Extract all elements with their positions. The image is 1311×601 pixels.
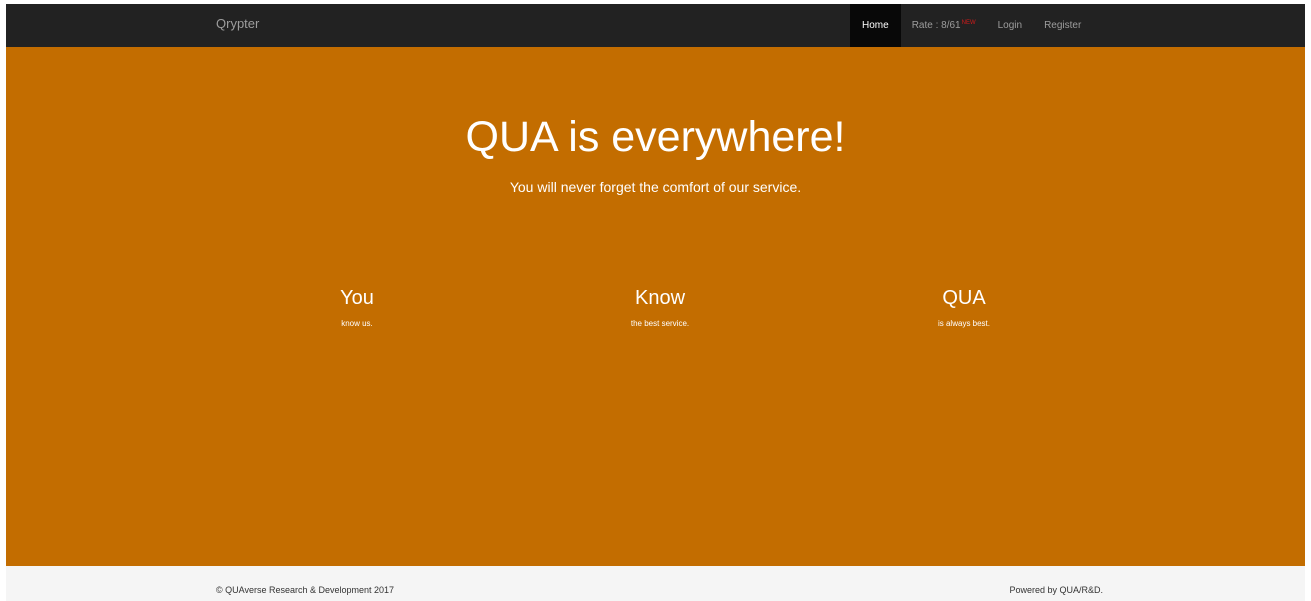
hero-subtitle: You will never forget the comfort of our… — [509, 179, 802, 195]
nav-login-label: Login — [997, 20, 1023, 31]
nav-home-label: Home — [862, 20, 889, 31]
feature-text: the best service. — [630, 319, 690, 328]
nav-rate-label: Rate : 8/61 — [911, 20, 961, 31]
nav-menu: Home Rate : 8/61 NEW Login Register — [850, 4, 1092, 47]
brand-link[interactable]: Qrypter — [216, 16, 259, 31]
feature-heading: QUA — [942, 287, 986, 309]
feature-heading: Know — [634, 287, 686, 309]
nav-register-label: Register — [1044, 20, 1082, 31]
nav-rate[interactable]: Rate : 8/61 NEW — [901, 4, 987, 47]
nav-home[interactable]: Home — [850, 4, 901, 47]
hero-section: QUA is everywhere! You will never forget… — [6, 47, 1305, 566]
footer: © QUAverse Research & Development 2017 P… — [6, 566, 1305, 601]
footer-copyright: © QUAverse Research & Development 2017 — [216, 585, 395, 595]
nav-register[interactable]: Register — [1033, 4, 1092, 47]
feature-heading: You — [340, 287, 374, 309]
feature-you: You know us. — [257, 286, 457, 328]
nav-login[interactable]: Login — [987, 4, 1033, 47]
hero-title: QUA is everywhere! — [465, 113, 846, 161]
feature-text: know us. — [341, 319, 373, 328]
navbar: Qrypter Home Rate : 8/61 NEW Login Regist… — [6, 4, 1305, 47]
feature-know: Know the best service. — [560, 286, 760, 328]
page: Qrypter Home Rate : 8/61 NEW Login Regist… — [6, 4, 1305, 601]
feature-qua: QUA is always best. — [864, 286, 1064, 328]
new-badge: NEW — [961, 19, 976, 26]
feature-text: is always best. — [937, 319, 991, 328]
footer-powered-by: Powered by QUA/R&D. — [1009, 585, 1103, 595]
